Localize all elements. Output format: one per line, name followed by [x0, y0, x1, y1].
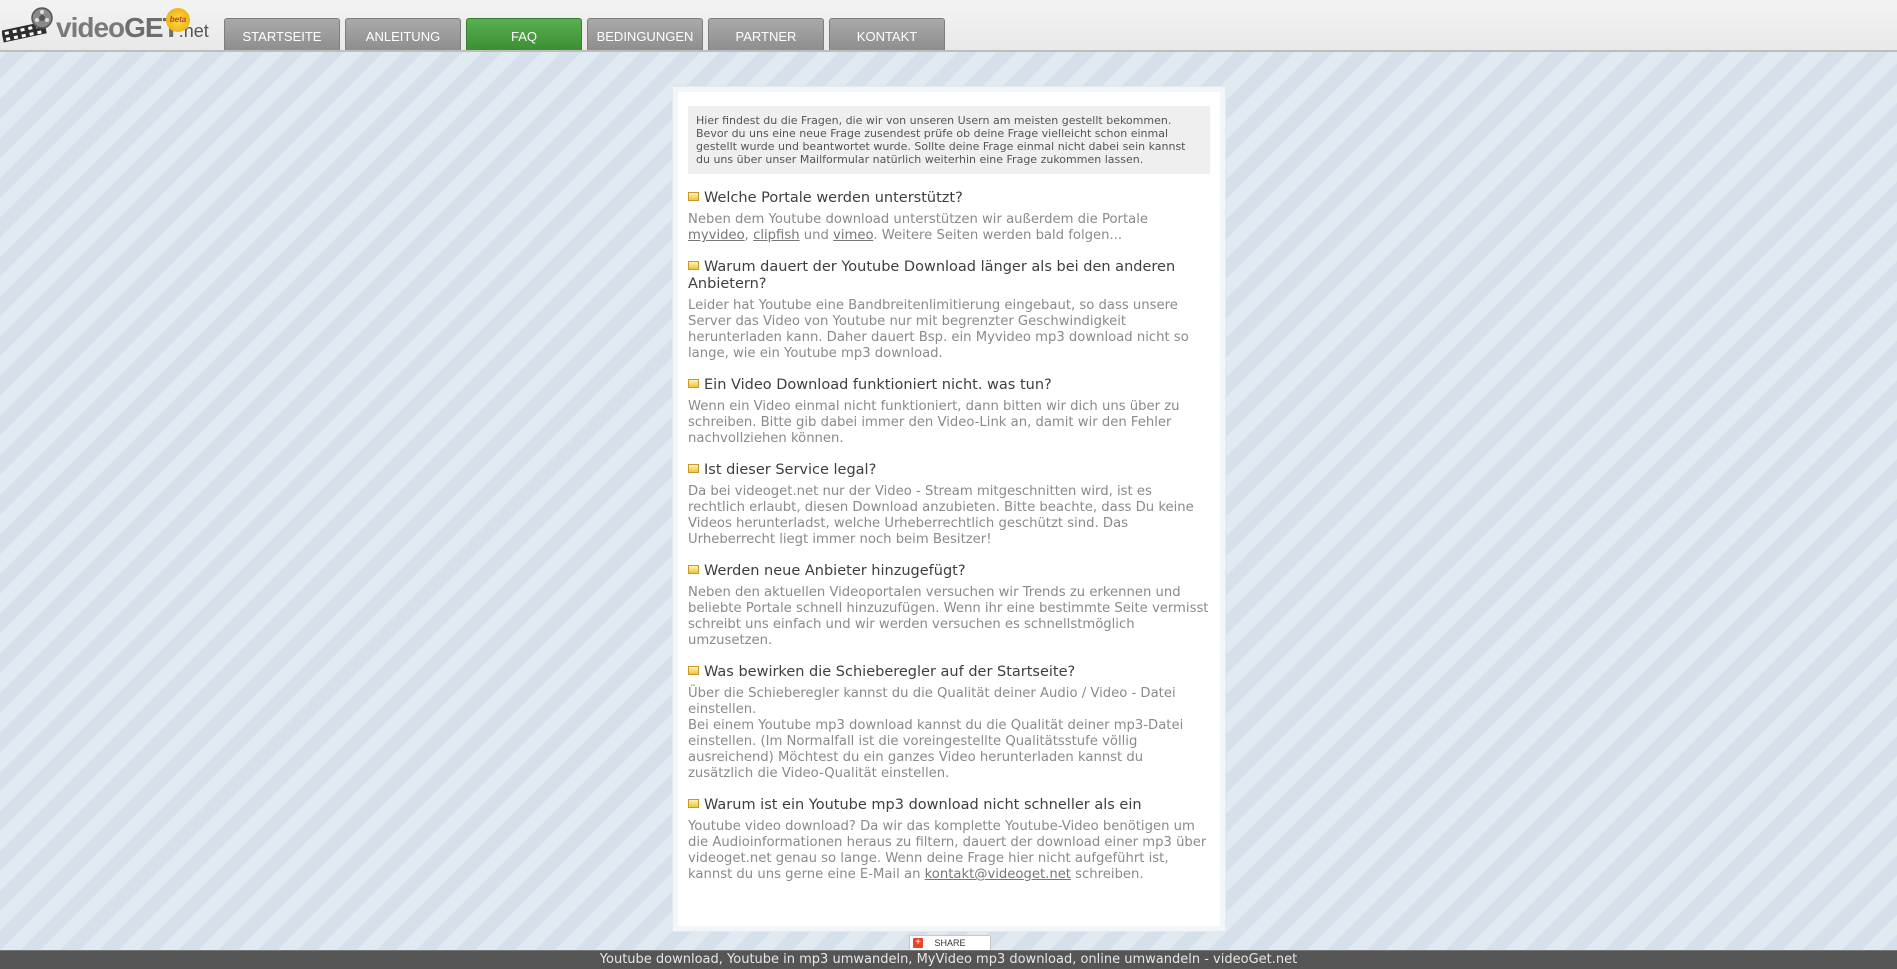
header-bar: videoGET.net beta STARTSEITE ANLEITUNG F…: [0, 0, 1897, 52]
envelope-icon: [688, 379, 699, 388]
faq-answer: Leider hat Youtube eine Bandbreitenlimit…: [688, 298, 1189, 361]
faq-item: Werden neue Anbieter hinzugefügt? Neben …: [688, 563, 1210, 649]
envelope-icon: [688, 192, 699, 201]
footer-text: Youtube download, Youtube in mp3 umwande…: [599, 952, 1298, 967]
footer-bar: Youtube download, Youtube in mp3 umwande…: [0, 950, 1897, 969]
faq-answer: Youtube video download? Da wir das kompl…: [688, 819, 1207, 882]
film-reel-icon: [2, 7, 53, 43]
envelope-icon: [688, 565, 699, 574]
faq-answer: Wenn ein Video einmal nicht funktioniert…: [688, 399, 1180, 446]
tab-bedingungen[interactable]: BEDINGUNGEN: [587, 18, 703, 50]
faq-content: Hier findest du die Fragen, die wir von …: [678, 92, 1220, 926]
faq-answer: Da bei videoget.net nur der Video - Stre…: [688, 484, 1194, 547]
faq-panel: Hier findest du die Fragen, die wir von …: [672, 86, 1226, 932]
tab-faq[interactable]: FAQ: [466, 18, 582, 50]
faq-question: Warum ist ein Youtube mp3 download nicht…: [688, 797, 1210, 814]
tab-kontakt[interactable]: KONTAKT: [829, 18, 945, 50]
vimeo-link[interactable]: vimeo: [833, 228, 873, 243]
faq-item: Ist dieser Service legal? Da bei videoge…: [688, 462, 1210, 548]
share-button[interactable]: + SHARE: [909, 935, 991, 951]
envelope-icon: [688, 799, 699, 808]
faq-answer: Neben den aktuellen Videoportalen versuc…: [688, 585, 1209, 648]
tab-partner[interactable]: PARTNER: [708, 18, 824, 50]
faq-question: Ist dieser Service legal?: [688, 462, 1210, 479]
envelope-icon: [688, 464, 699, 473]
plus-icon: +: [913, 938, 923, 948]
tab-startseite[interactable]: STARTSEITE: [224, 18, 340, 50]
envelope-icon: [688, 261, 699, 270]
faq-item: Warum dauert der Youtube Download länger…: [688, 259, 1210, 362]
faq-question: Warum dauert der Youtube Download länger…: [688, 259, 1176, 292]
faq-question: Ein Video Download funktioniert nicht. w…: [688, 377, 1210, 394]
share-label: SHARE: [934, 938, 966, 948]
faq-answer: Neben dem Youtube download unterstützen …: [688, 212, 1148, 243]
faq-answer: Über die Schieberegler kannst du die Qua…: [688, 686, 1184, 781]
faq-intro: Hier findest du die Fragen, die wir von …: [688, 106, 1210, 174]
faq-item: Ein Video Download funktioniert nicht. w…: [688, 377, 1210, 447]
faq-item: Was bewirken die Schieberegler auf der S…: [688, 664, 1210, 782]
faq-question: Werden neue Anbieter hinzugefügt?: [688, 563, 1210, 580]
contact-email-link[interactable]: kontakt@videoget.net: [925, 867, 1071, 882]
tab-anleitung[interactable]: ANLEITUNG: [345, 18, 461, 50]
site-logo[interactable]: videoGET.net beta: [0, 0, 209, 48]
faq-item: Welche Portale werden unterstützt? Neben…: [688, 190, 1210, 244]
beta-badge: beta: [166, 8, 190, 32]
envelope-icon: [688, 666, 699, 675]
faq-item: Warum ist ein Youtube mp3 download nicht…: [688, 797, 1210, 883]
faq-question: Was bewirken die Schieberegler auf der S…: [688, 664, 1210, 681]
faq-question: Welche Portale werden unterstützt?: [688, 190, 1210, 207]
myvideo-link[interactable]: myvideo: [688, 228, 745, 243]
clipfish-link[interactable]: clipfish: [753, 228, 800, 243]
